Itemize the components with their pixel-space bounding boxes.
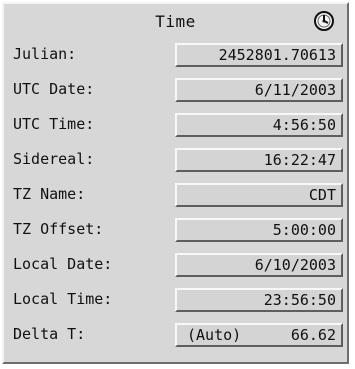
local-date-field[interactable]: 6/10/2003 — [175, 253, 343, 277]
julian-label: Julian: — [13, 45, 77, 63]
clock-icon[interactable] — [313, 10, 335, 32]
row-local-time: Local Time: 23:56:50 — [10, 285, 343, 317]
sidereal-value: 16:22:47 — [263, 151, 336, 169]
panel-title: Time — [155, 12, 196, 31]
time-panel: Time Julian: 2452801.70613 UTC Date: 6/1… — [2, 2, 349, 364]
local-time-value: 23:56:50 — [263, 291, 336, 309]
row-local-date: Local Date: 6/10/2003 — [10, 250, 343, 282]
row-utc-date: UTC Date: 6/11/2003 — [10, 75, 343, 107]
sidereal-label: Sidereal: — [13, 150, 95, 168]
utc-date-field[interactable]: 6/11/2003 — [175, 78, 343, 102]
tz-name-field[interactable]: CDT — [175, 183, 343, 207]
tz-offset-label: TZ Offset: — [13, 220, 104, 238]
row-tz-offset: TZ Offset: 5:00:00 — [10, 215, 343, 247]
tz-name-value: CDT — [308, 186, 336, 204]
title-bar: Time — [4, 4, 347, 38]
local-date-value: 6/10/2003 — [254, 256, 336, 274]
delta-t-mode: (Auto) — [187, 326, 242, 344]
delta-t-field[interactable]: (Auto) 66.62 — [175, 323, 343, 347]
sidereal-field[interactable]: 16:22:47 — [175, 148, 343, 172]
delta-t-label: Delta T: — [13, 325, 86, 343]
delta-t-value: 66.62 — [290, 326, 336, 344]
utc-date-value: 6/11/2003 — [254, 81, 336, 99]
local-time-field[interactable]: 23:56:50 — [175, 288, 343, 312]
row-utc-time: UTC Time: 4:56:50 — [10, 110, 343, 142]
julian-field[interactable]: 2452801.70613 — [175, 43, 343, 67]
row-sidereal: Sidereal: 16:22:47 — [10, 145, 343, 177]
utc-time-field[interactable]: 4:56:50 — [175, 113, 343, 137]
row-tz-name: TZ Name: CDT — [10, 180, 343, 212]
utc-time-value: 4:56:50 — [272, 116, 336, 134]
local-time-label: Local Time: — [13, 290, 113, 308]
tz-offset-value: 5:00:00 — [272, 221, 336, 239]
row-julian: Julian: 2452801.70613 — [10, 40, 343, 72]
local-date-label: Local Date: — [13, 255, 113, 273]
row-delta-t: Delta T: (Auto) 66.62 — [10, 320, 343, 352]
utc-time-label: UTC Time: — [13, 115, 95, 133]
tz-offset-field[interactable]: 5:00:00 — [175, 218, 343, 242]
julian-value: 2452801.70613 — [218, 46, 336, 64]
utc-date-label: UTC Date: — [13, 80, 95, 98]
tz-name-label: TZ Name: — [13, 185, 86, 203]
